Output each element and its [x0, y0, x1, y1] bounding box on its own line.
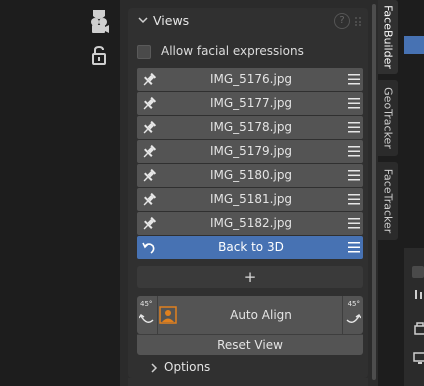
view-row[interactable]: IMG_5177.jpg [137, 92, 363, 115]
pin-icon[interactable] [141, 216, 157, 232]
view-row[interactable]: IMG_5182.jpg [137, 212, 363, 235]
scrollbar-thumb[interactable] [372, 4, 376, 380]
hamburger-menu-icon[interactable] [348, 194, 360, 205]
axis-icon[interactable] [412, 286, 424, 302]
viewport-edge [0, 0, 78, 386]
sidebar-panel: Views ? Allow facial expressions IMG_517… [120, 0, 378, 386]
hamburger-menu-icon[interactable] [348, 242, 360, 253]
reset-view-button[interactable]: Reset View [137, 334, 363, 355]
sidebar-tabs: FaceBuilder GeoTracker FaceTracker [378, 0, 400, 386]
hamburger-menu-icon[interactable] [348, 98, 360, 109]
panel-title: Views [153, 13, 190, 28]
drag-grip-icon[interactable] [354, 16, 364, 26]
view-name: IMG_5176.jpg [209, 72, 293, 86]
lock-icon[interactable] [412, 320, 424, 336]
options-label: Options [164, 360, 211, 374]
auto-align-row: 45° Auto Align 45° [137, 296, 363, 334]
header-icon[interactable] [410, 264, 424, 280]
chevron-right-icon [151, 363, 158, 373]
view-row[interactable]: IMG_5176.jpg [137, 68, 363, 91]
panel-header[interactable]: Views ? [128, 8, 368, 34]
chevron-down-icon [138, 17, 148, 24]
allow-expressions-label: Allow facial expressions [161, 44, 304, 58]
next-panel-edge [128, 378, 368, 386]
back-to-3d-button[interactable]: Back to 3D [137, 236, 363, 259]
rotate-left-label: 45° [140, 300, 153, 308]
view-row[interactable]: IMG_5178.jpg [137, 116, 363, 139]
view-row[interactable]: IMG_5180.jpg [137, 164, 363, 187]
unlock-icon[interactable] [88, 46, 110, 66]
view-name: IMG_5178.jpg [209, 120, 293, 134]
hamburger-menu-icon[interactable] [348, 74, 360, 85]
pin-icon[interactable] [141, 192, 157, 208]
hamburger-menu-icon[interactable] [348, 218, 360, 229]
tab-geotracker[interactable]: GeoTracker [378, 80, 398, 156]
hamburger-menu-icon[interactable] [348, 146, 360, 157]
tab-geotracker-label: GeoTracker [381, 87, 395, 149]
tab-facetracker[interactable]: FaceTracker [378, 162, 398, 240]
pin-icon[interactable] [141, 120, 157, 136]
view-name: IMG_5177.jpg [209, 96, 293, 110]
rotate-right-label: 45° [347, 300, 360, 308]
tab-facebuilder[interactable]: FaceBuilder [378, 0, 398, 74]
pin-icon[interactable] [141, 168, 157, 184]
pin-icon[interactable] [141, 144, 157, 160]
pin-icon[interactable] [141, 72, 157, 88]
back-to-3d-label: Back to 3D [218, 240, 284, 254]
auto-align-button[interactable]: Auto Align [181, 308, 341, 322]
rotate-right-button[interactable]: 45° [342, 296, 363, 334]
adjacent-editor-panel [404, 248, 424, 386]
view-row[interactable]: IMG_5181.jpg [137, 188, 363, 211]
hamburger-menu-icon[interactable] [348, 122, 360, 133]
rotate-right-icon [346, 314, 361, 323]
adjacent-editor-selection [404, 36, 424, 54]
view-name: IMG_5180.jpg [209, 168, 293, 182]
view-name: IMG_5181.jpg [209, 192, 293, 206]
hamburger-menu-icon[interactable] [348, 170, 360, 181]
undo-arrow-icon [142, 242, 155, 254]
view-row[interactable]: IMG_5179.jpg [137, 140, 363, 163]
views-panel: Views ? Allow facial expressions IMG_517… [128, 8, 368, 378]
tab-facebuilder-label: FaceBuilder [381, 5, 395, 69]
rotate-left-icon [139, 314, 154, 323]
display-icon[interactable] [412, 350, 424, 366]
help-icon[interactable]: ? [334, 13, 350, 29]
view-name: IMG_5179.jpg [209, 144, 293, 158]
tab-facetracker-label: FaceTracker [381, 168, 395, 234]
allow-expressions-checkbox[interactable] [137, 45, 151, 59]
pin-icon[interactable] [141, 96, 157, 112]
view-name: IMG_5182.jpg [209, 216, 293, 230]
view-list: IMG_5176.jpg IMG_5177.jpg IMG_5178.jpg I… [137, 68, 363, 260]
camera-icon[interactable] [88, 14, 110, 36]
viewport-toolbar [78, 0, 120, 386]
add-view-button[interactable]: + [137, 266, 363, 288]
face-align-icon [159, 306, 177, 324]
rotate-left-button[interactable]: 45° [137, 296, 158, 334]
